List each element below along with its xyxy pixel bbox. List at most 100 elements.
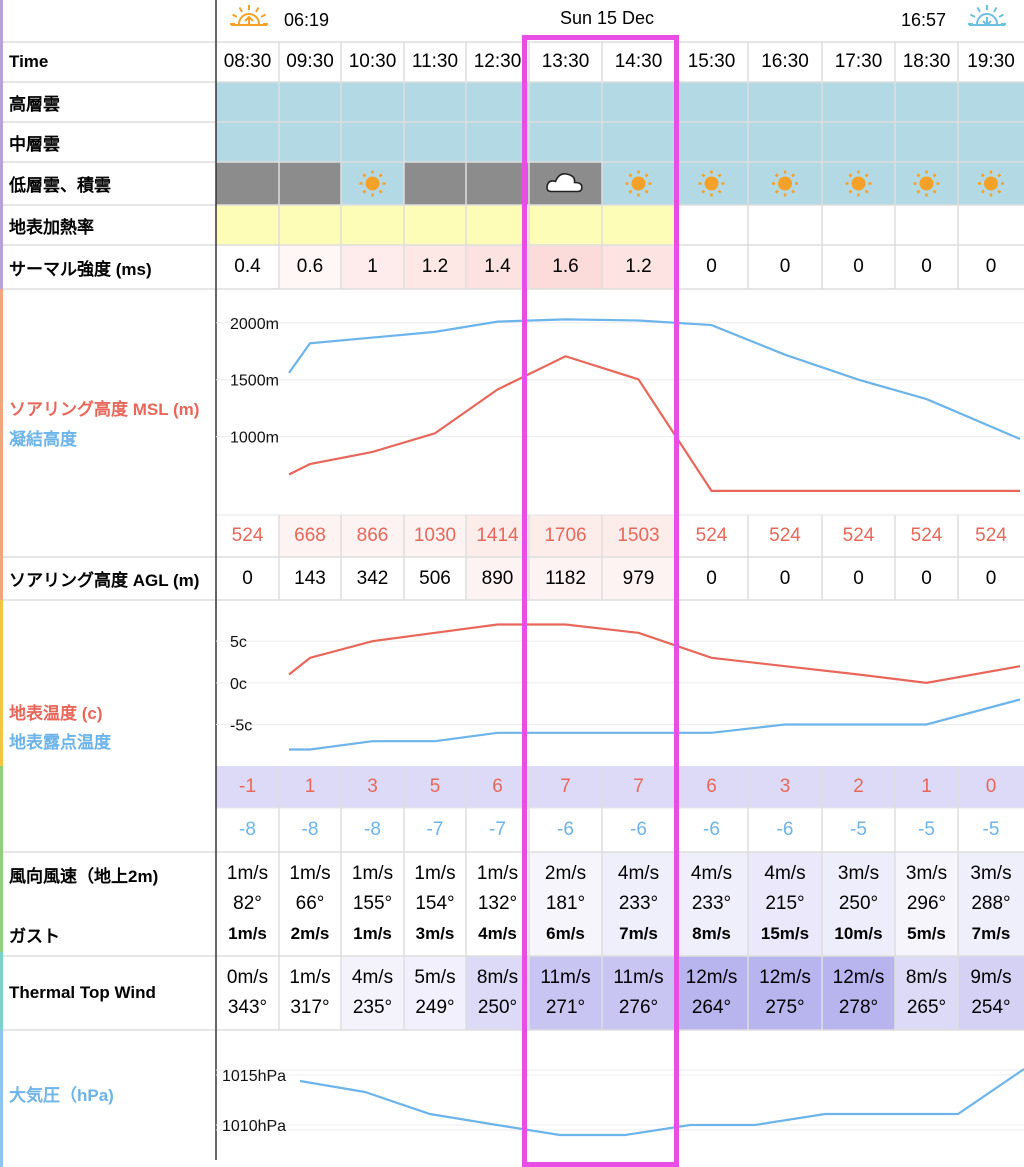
wind-speed: 1m/s	[289, 863, 331, 884]
wind-cell: 1m/s 82° 1m/s	[216, 859, 279, 951]
ttw-direction: 235°	[352, 997, 393, 1018]
ttw-direction: 317°	[290, 997, 330, 1018]
soaring-msl-value: 524	[975, 525, 1007, 546]
soaring-agl-value: 0	[985, 567, 997, 589]
y-tick-label: 1000m	[230, 430, 279, 447]
wind-cell: 1m/s 155° 1m/s	[341, 859, 404, 951]
temp-value: -1	[239, 776, 256, 797]
time-cell[interactable]: 14:30	[602, 42, 675, 82]
ttw-speed: 0m/s	[226, 967, 269, 988]
soaring-msl-value: 1706	[544, 525, 587, 546]
soaring-agl-value: 0	[706, 567, 717, 589]
wind-speed: 1m/s	[476, 863, 519, 884]
soaring-msl-value: 668	[294, 525, 326, 546]
wind-cell: 3m/s 288° 7m/s	[958, 859, 1024, 951]
ttw-speed: 9m/s	[970, 967, 1012, 988]
wind-direction: 288°	[971, 893, 1011, 914]
temp-value: 5	[429, 776, 441, 797]
wind-direction: 215°	[765, 893, 805, 914]
gust-speed: 10m/s	[834, 924, 883, 943]
thermal-strength-cell: 0	[921, 256, 932, 277]
time-cell[interactable]: 17:30	[822, 42, 895, 82]
forecast-date: Sun 15 Dec	[560, 7, 655, 28]
ttw-speed: 11m/s	[540, 967, 591, 988]
temp-value: 6	[492, 776, 503, 797]
thermal-strength-cell: 1.2	[421, 256, 449, 277]
soaring-agl-value: 506	[419, 567, 451, 589]
time-cell[interactable]: 13:30	[529, 42, 602, 82]
thermal-strength-cell: 0.4	[234, 256, 261, 277]
gust-speed: 2m/s	[290, 924, 330, 943]
soaring-msl-value: 1030	[413, 525, 457, 546]
cell-background	[216, 205, 279, 245]
wind-direction: 66°	[295, 893, 325, 914]
time-cell[interactable]: 09:30	[279, 42, 341, 82]
thermal-top-wind-cell: 12m/s 264°	[675, 961, 748, 1025]
soaring-agl-value: 0	[853, 567, 864, 589]
cell-background	[404, 162, 466, 205]
y-tick-label: 2000m	[230, 316, 279, 333]
wind-cell: 3m/s 296° 5m/s	[895, 859, 958, 951]
wind-direction: 233°	[691, 893, 732, 914]
ttw-speed: 11m/s	[613, 967, 664, 988]
time-cell[interactable]: 11:30	[404, 42, 466, 82]
wind-cell: 4m/s 233° 7m/s	[602, 859, 675, 951]
gust-speed: 8m/s	[692, 924, 731, 943]
dew-value: -6	[703, 819, 720, 840]
temp-value: 3	[779, 776, 791, 797]
time-cell[interactable]: 08:30	[216, 42, 279, 82]
gust-speed: 15m/s	[760, 924, 810, 943]
forecast-table: 2000m 1500m 1000m 5c 0c -5c 1015hPa 1010hPa 06:…	[0, 0, 1024, 1167]
wind-cell: 1m/s 66° 2m/s	[279, 859, 341, 951]
time-cell[interactable]: 19:30	[958, 42, 1024, 82]
gust-speed: 4m/s	[478, 924, 517, 943]
row-label-wind: 風向風速（地上2m)	[9, 866, 159, 886]
wind-direction: 132°	[477, 893, 518, 914]
cell-background	[529, 205, 602, 245]
soaring-msl-value: 524	[842, 525, 875, 546]
thermal-top-wind-cell: 1m/s 317°	[279, 961, 341, 1025]
y-tick-label: 5c	[230, 634, 247, 651]
soaring-msl-value: 524	[695, 525, 728, 546]
dew-value: -7	[426, 819, 444, 840]
sunset-time: 16:57	[901, 9, 947, 30]
ttw-direction: 264°	[691, 997, 732, 1018]
cell-background	[216, 162, 279, 205]
temp-value: 0	[985, 776, 997, 797]
gust-speed: 1m/s	[228, 924, 267, 943]
wind-speed: 2m/s	[544, 863, 587, 884]
row-label-thermal-strength: サーマル強度 (ms)	[9, 259, 152, 279]
thermal-strength-cell: 0	[985, 256, 997, 277]
ttw-speed: 1m/s	[289, 967, 331, 988]
wind-speed: 3m/s	[837, 863, 880, 884]
ttw-speed: 8m/s	[476, 967, 519, 988]
time-cell[interactable]: 10:30	[341, 42, 404, 82]
thermal-top-wind-cell: 8m/s 265°	[895, 961, 958, 1025]
thermal-top-wind-cell: 5m/s 249°	[404, 961, 466, 1025]
soaring-agl-value: 0	[242, 567, 253, 589]
temp-value: 1	[304, 776, 316, 797]
time-cell[interactable]: 15:30	[675, 42, 748, 82]
dew-value: -8	[301, 819, 319, 840]
row-label-surface-temp: 地表温度 (c)	[9, 703, 103, 723]
time-cell[interactable]: 16:30	[748, 42, 822, 82]
soaring-msl-value: 1503	[617, 525, 660, 546]
soaring-agl-value: 342	[356, 567, 389, 589]
row-label-dew-point: 地表露点温度	[9, 732, 111, 752]
ttw-direction: 250°	[477, 997, 518, 1018]
ttw-direction: 343°	[227, 997, 268, 1018]
row-label-soaring-msl: ソアリング高度 MSL (m)	[9, 399, 200, 419]
thermal-top-wind-cell: 12m/s 275°	[748, 961, 822, 1025]
soaring-agl-value: 143	[294, 567, 326, 589]
soaring-agl-value: 0	[921, 567, 932, 589]
row-label-surface-heating: 地表加熱率	[9, 217, 94, 237]
gust-speed: 5m/s	[907, 924, 946, 943]
wind-speed: 3m/s	[905, 863, 948, 884]
row-label-time: Time	[9, 52, 49, 71]
ttw-direction: 276°	[618, 997, 659, 1018]
thermal-strength-cell: 0	[779, 256, 791, 277]
time-cell[interactable]: 18:30	[895, 42, 958, 82]
row-label-mid-cloud: 中層雲	[9, 134, 60, 154]
row-label-high-cloud: 高層雲	[9, 94, 60, 114]
time-cell[interactable]: 12:30	[466, 42, 529, 82]
